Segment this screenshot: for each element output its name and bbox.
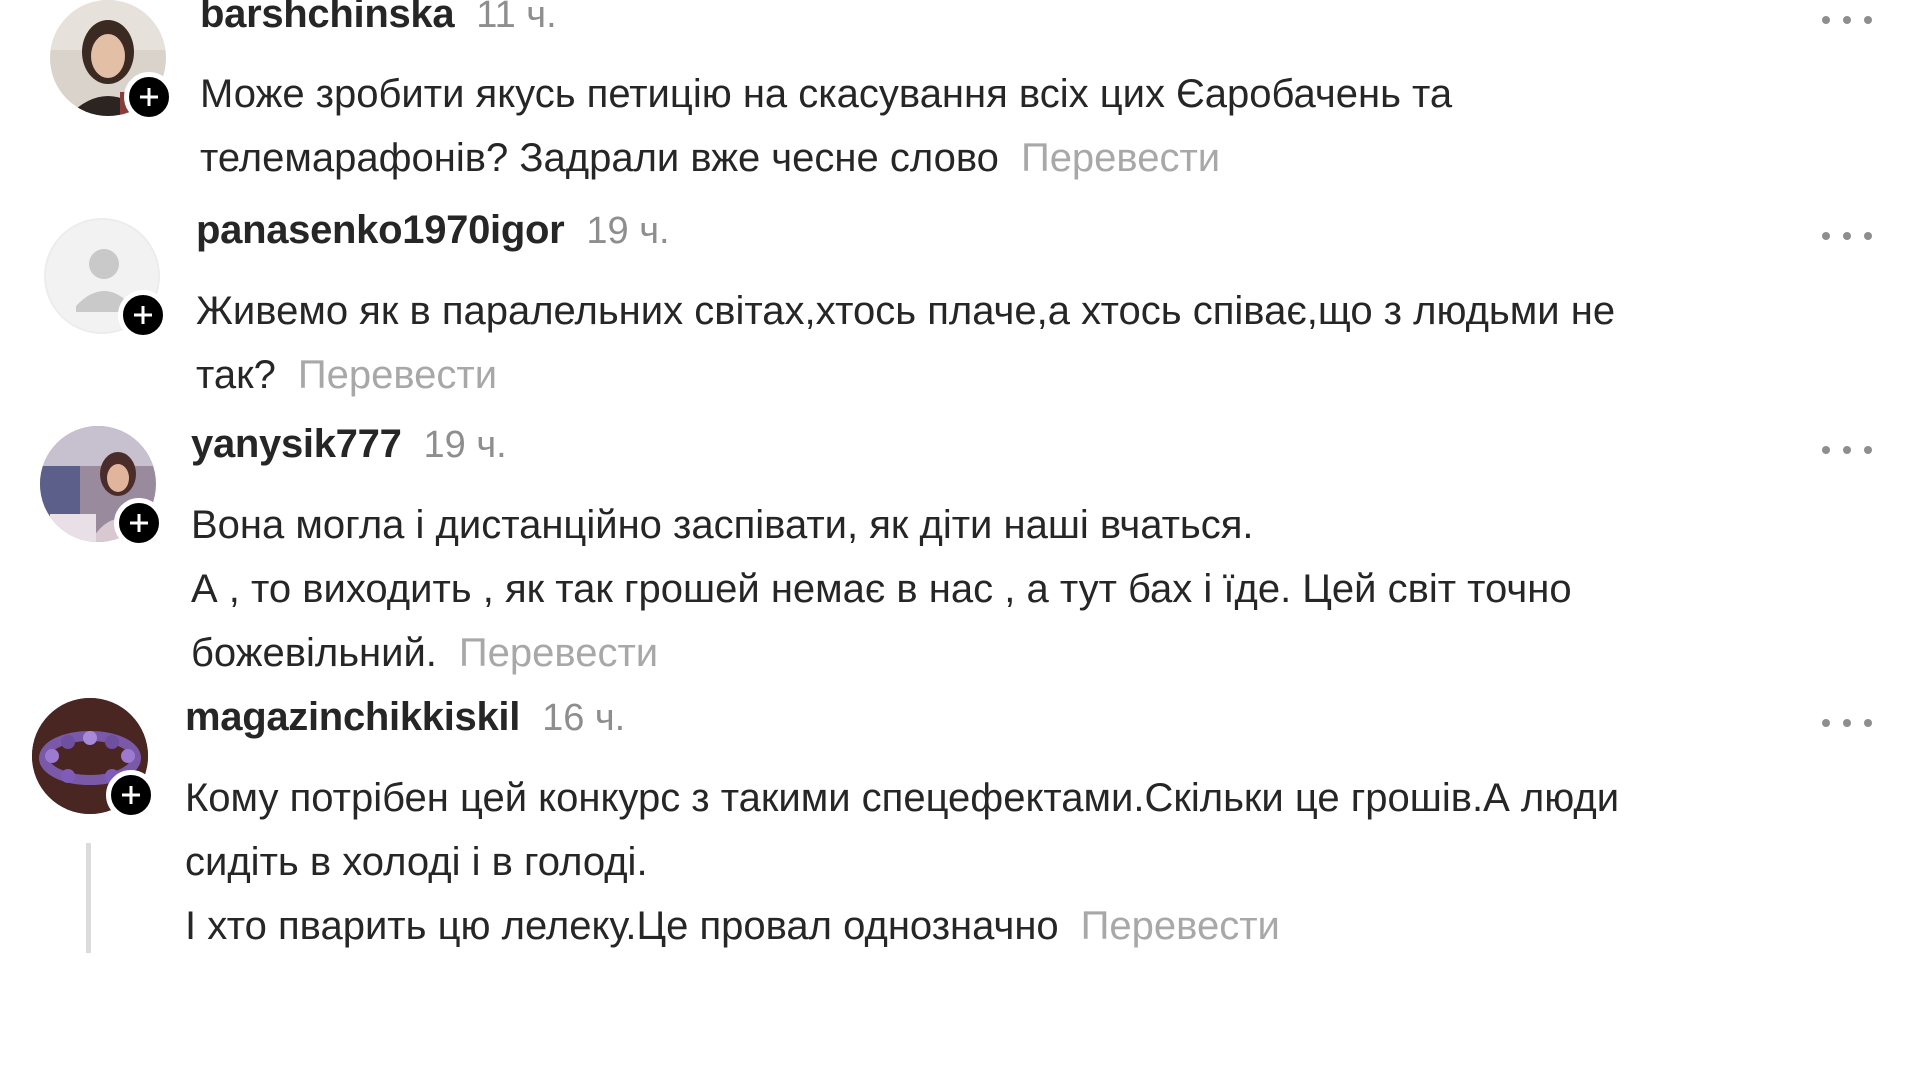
follow-button[interactable] [124,72,174,122]
comment-text: Живемо як в паралельних світах,хтось пла… [196,279,1916,407]
comment-line: І хто пварить цю лелеку.Це провал однозн… [185,904,1059,948]
reply-thread-line [86,843,91,953]
comment-time[interactable]: 11 ч. [476,0,556,37]
more-options-button[interactable] [1822,10,1872,30]
comment-line: телемарафонів? Задрали вже чесне слово [200,136,999,180]
translate-link[interactable]: Перевести [459,631,658,675]
more-options-button[interactable] [1822,226,1872,246]
comment-time[interactable]: 19 ч. [424,424,507,467]
follow-button[interactable] [114,498,164,548]
plus-icon [140,88,158,106]
translate-link[interactable]: Перевести [298,353,497,397]
comment-text: Може зробити якусь петицію на скасування… [200,62,1920,190]
comments-list: barshchinska 11 ч. Може зробити якусь пе… [0,0,1920,1080]
comment-line: божевільний. [191,631,437,675]
comment-line-last: божевільний. Перевести [191,621,1911,685]
username-link[interactable]: yanysik777 [191,422,402,467]
comment-line-last: І хто пварить цю лелеку.Це провал однозн… [185,894,1905,958]
comment-text: Вона могла і дистанційно заспівати, як д… [191,493,1911,685]
follow-button[interactable] [106,770,156,820]
username-link[interactable]: barshchinska [200,0,455,37]
plus-icon [122,786,140,804]
more-options-icon [1822,232,1830,240]
comment-header: barshchinska 11 ч. [200,0,557,37]
avatar[interactable] [40,426,164,548]
plus-icon [134,306,152,324]
comment-line: Вона могла і дистанційно заспівати, як д… [191,503,1254,547]
comment-header: magazinchikkiskil 16 ч. [185,695,625,740]
comment-time[interactable]: 16 ч. [542,697,625,740]
more-options-icon [1822,446,1830,454]
avatar[interactable] [32,698,156,820]
comment-line: Живемо як в паралельних світах,хтось пла… [196,289,1616,333]
translate-link[interactable]: Перевести [1081,904,1280,948]
comment-line: А , то виходить , як так грошей немає в … [191,567,1572,611]
username-link[interactable]: panasenko1970igor [196,208,565,253]
comment-line-last: так? Перевести [196,343,1916,407]
comment-time[interactable]: 19 ч. [586,210,669,253]
comment-line: Кому потрібен цей конкурс з такими спеце… [185,776,1620,820]
avatar[interactable] [44,218,168,340]
more-options-button[interactable] [1822,440,1872,460]
comment-line: сидіть в холоді і в голоді. [185,840,648,884]
plus-icon [130,514,148,532]
translate-link[interactable]: Перевести [1021,136,1220,180]
avatar[interactable] [50,0,174,122]
comment-header: yanysik777 19 ч. [191,422,507,467]
username-link[interactable]: magazinchikkiskil [185,695,520,740]
more-options-icon [1822,719,1830,727]
comment-line: так? [196,353,276,397]
more-options-button[interactable] [1822,713,1872,733]
comment-text: Кому потрібен цей конкурс з такими спеце… [185,766,1905,958]
comment-line: Може зробити якусь петицію на скасування… [200,72,1453,116]
more-options-icon [1822,16,1830,24]
comment-header: panasenko1970igor 19 ч. [196,208,670,253]
comment-line-last: телемарафонів? Задрали вже чесне слово Пе… [200,126,1920,190]
follow-button[interactable] [118,290,168,340]
